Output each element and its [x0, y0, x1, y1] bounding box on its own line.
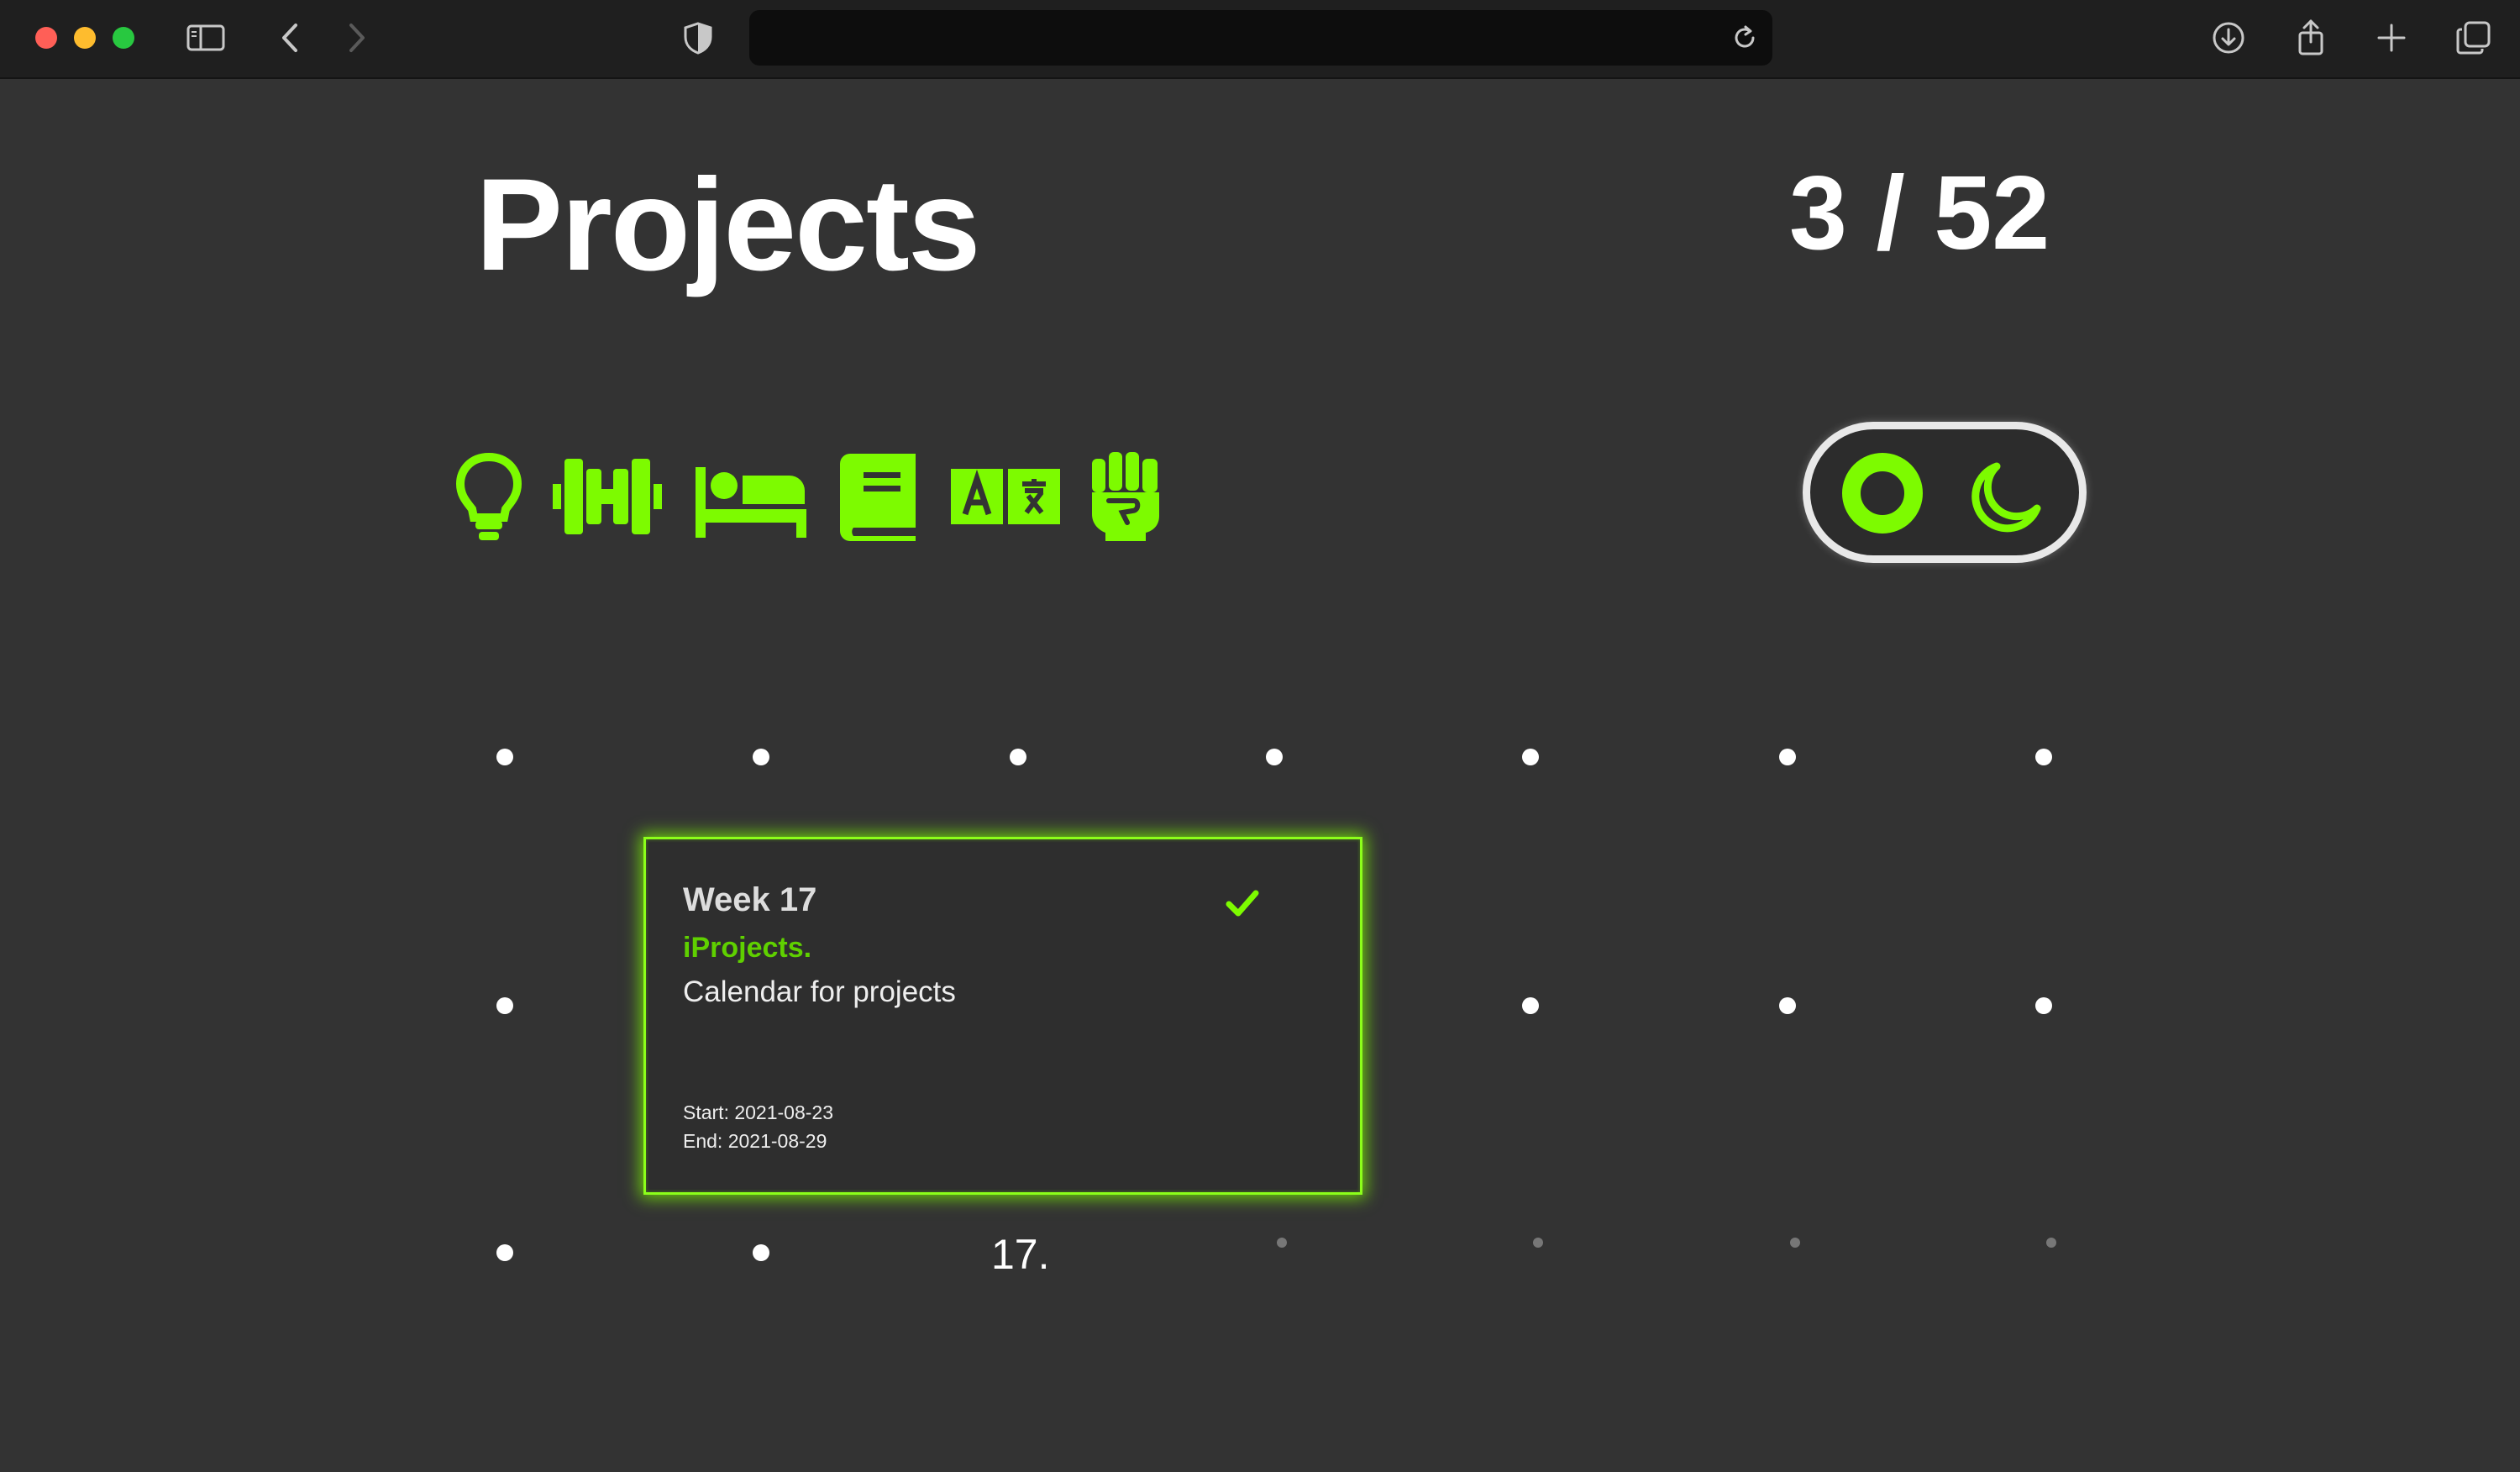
lightbulb-icon[interactable]: [454, 450, 524, 543]
reload-icon[interactable]: [1729, 22, 1761, 54]
check-icon: [1226, 890, 1259, 917]
progress-counter: 3 / 52: [1789, 155, 2050, 271]
week-dot[interactable]: [2035, 997, 2052, 1014]
week-dot[interactable]: [496, 1244, 513, 1261]
week-dot[interactable]: [1266, 749, 1283, 765]
card-start-date: Start: 2021-08-23: [683, 1101, 834, 1123]
download-icon[interactable]: [2209, 18, 2248, 57]
future-week-dot[interactable]: [1277, 1238, 1287, 1248]
share-icon[interactable]: [2292, 18, 2330, 57]
week-dot[interactable]: [1779, 749, 1796, 765]
back-icon[interactable]: [272, 18, 311, 57]
new-tab-icon[interactable]: [2372, 18, 2411, 57]
week-dot[interactable]: [1522, 997, 1539, 1014]
sidebar-toggle-icon[interactable]: [186, 18, 225, 57]
week-dot[interactable]: [1779, 997, 1796, 1014]
future-week-dot[interactable]: [1790, 1238, 1800, 1248]
future-week-dot[interactable]: [1533, 1238, 1543, 1248]
week-dot[interactable]: [753, 1244, 769, 1261]
week-dot[interactable]: [753, 749, 769, 765]
dumbbell-icon[interactable]: [553, 450, 662, 543]
tab-overview-icon[interactable]: [2454, 18, 2493, 57]
forward-icon[interactable]: [336, 18, 375, 57]
close-window-button[interactable]: [35, 27, 57, 49]
address-bar[interactable]: [749, 10, 1772, 66]
week-dot[interactable]: [1522, 749, 1539, 765]
translate-icon[interactable]: [951, 450, 1060, 543]
toggle-knob[interactable]: [1842, 453, 1923, 534]
card-week-title: Week 17: [683, 881, 817, 918]
theme-toggle[interactable]: [1803, 422, 2087, 563]
card-description: Calendar for projects: [683, 975, 956, 1008]
shield-icon[interactable]: [679, 18, 717, 57]
card-project-name: iProjects.: [683, 932, 812, 964]
week-dot[interactable]: [496, 997, 513, 1014]
browser-toolbar: [0, 0, 2520, 79]
week-dot[interactable]: [2035, 749, 2052, 765]
week-dot[interactable]: [496, 749, 513, 765]
week-number-label: 17.: [991, 1231, 1050, 1278]
zoom-window-button[interactable]: [113, 27, 134, 49]
moon-icon: [1971, 462, 2041, 533]
book-icon[interactable]: [838, 450, 919, 543]
future-week-dot[interactable]: [2046, 1238, 2056, 1248]
card-end-date: End: 2021-08-29: [683, 1130, 827, 1152]
week-project-card[interactable]: Week 17 iProjects. Calendar for projects…: [643, 837, 1362, 1195]
minimize-window-button[interactable]: [74, 27, 96, 49]
bed-icon[interactable]: [696, 450, 806, 543]
page-title: Projects: [475, 152, 981, 298]
fist-icon[interactable]: [1090, 450, 1161, 543]
week-dot[interactable]: [1010, 749, 1026, 765]
